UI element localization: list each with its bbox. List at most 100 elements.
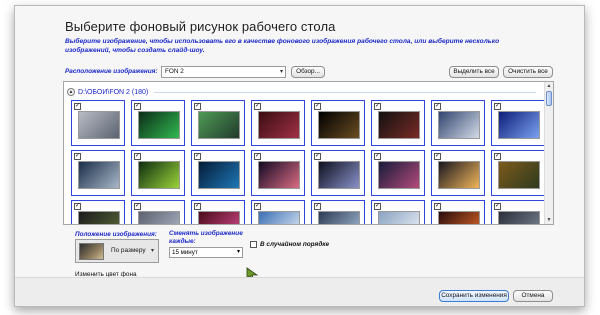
thumbnail-image [378,111,420,139]
thumbnail-checkbox[interactable]: ✓ [434,103,441,110]
wallpaper-thumbnail[interactable]: ✓ [71,150,125,196]
thumbnail-checkbox[interactable]: ✓ [134,203,141,210]
thumbnail-image [198,211,240,224]
thumbnail-checkbox[interactable]: ✓ [254,103,261,110]
wallpaper-thumbnail[interactable]: ✓ [431,200,485,224]
thumbnail-checkbox[interactable]: ✓ [314,103,321,110]
thumbnail-checkbox[interactable]: ✓ [254,153,261,160]
chevron-down-icon: ▾ [236,249,240,255]
thumbnail-image [318,111,360,139]
page-title: Выберите фоновый рисунок рабочего стола [65,19,336,34]
wallpaper-thumbnail[interactable]: ✓ [431,100,485,146]
scroll-up-icon[interactable]: ▲ [545,82,553,90]
thumbnail-image [258,211,300,224]
shuffle-label: В случайном порядке [260,241,330,248]
page-description: Выберите изображение, чтобы использовать… [65,38,500,54]
scroll-down-icon[interactable]: ▼ [545,216,553,224]
thumbnail-image [138,161,180,189]
wallpaper-thumbnail[interactable]: ✓ [131,200,185,224]
chevron-down-icon: ▾ [150,248,154,254]
location-label: Расположение изображения: [65,68,158,75]
wallpaper-thumbnail[interactable]: ✓ [491,100,545,146]
thumbnail-checkbox[interactable]: ✓ [494,203,501,210]
cancel-button[interactable]: Отмена [513,290,553,302]
thumbnail-checkbox[interactable]: ✓ [74,203,81,210]
thumbnail-image [138,211,180,224]
wallpaper-thumbnail[interactable]: ✓ [251,150,305,196]
interval-dropdown[interactable]: 15 минут ▾ [169,247,243,258]
image-gallery: ▲ D:\ОБОИ\FON 2 (180) ✓ ✓ ✓ ✓ ✓ ✓ ✓ ✓ ✓ ✓ ✓ ✓ ✓ ✓ ✓ ✓ ✓ ✓… [63,81,554,225]
thumbnail-checkbox[interactable]: ✓ [134,153,141,160]
thumbnail-checkbox[interactable]: ✓ [374,203,381,210]
collapse-icon[interactable]: ▲ [67,88,75,96]
thumbnail-checkbox[interactable]: ✓ [134,103,141,110]
vertical-scrollbar[interactable]: ▲ ▼ [544,82,553,224]
thumbnail-image [198,111,240,139]
wallpaper-thumbnail[interactable]: ✓ [71,200,125,224]
thumbnail-image [78,161,120,189]
position-label: Положение изображения: [75,231,157,238]
browse-button[interactable]: Обзор... [291,66,325,78]
wallpaper-thumbnail[interactable]: ✓ [191,100,245,146]
shuffle-option[interactable]: В случайном порядке [250,241,329,248]
thumbnail-checkbox[interactable]: ✓ [194,103,201,110]
thumbnail-checkbox[interactable]: ✓ [74,153,81,160]
thumbnail-checkbox[interactable]: ✓ [254,203,261,210]
position-value: По размеру [111,247,146,254]
location-dropdown[interactable]: FON 2 ▾ [161,66,286,78]
wallpaper-thumbnail[interactable]: ✓ [311,100,365,146]
wallpaper-thumbnail[interactable]: ✓ [251,100,305,146]
wallpaper-thumbnail[interactable]: ✓ [311,150,365,196]
save-changes-button[interactable]: Сохранить изменения [439,290,509,302]
wallpaper-thumbnail[interactable]: ✓ [371,150,425,196]
wallpaper-thumbnail[interactable]: ✓ [491,150,545,196]
shuffle-checkbox[interactable] [250,241,257,248]
desktop-background-dialog: Выберите фоновый рисунок рабочего стола … [14,5,585,307]
thumbnail-image [498,111,540,139]
select-all-button[interactable]: Выделить все [449,66,499,78]
thumbnail-image [438,211,480,224]
wallpaper-thumbnail[interactable]: ✓ [311,200,365,224]
scrollbar-thumb[interactable] [546,91,552,106]
interval-label: Сменять изображение каждые: [169,230,243,245]
location-value: FON 2 [165,68,184,75]
group-divider [154,92,536,93]
thumbnail-checkbox[interactable]: ✓ [74,103,81,110]
thumbnail-checkbox[interactable]: ✓ [194,153,201,160]
wallpaper-thumbnail[interactable]: ✓ [251,200,305,224]
thumbnail-image [498,161,540,189]
thumbnail-image [78,211,120,224]
wallpaper-thumbnail[interactable]: ✓ [431,150,485,196]
wallpaper-thumbnail[interactable]: ✓ [131,100,185,146]
group-header[interactable]: ▲ D:\ОБОИ\FON 2 (180) [67,88,148,96]
thumbnail-checkbox[interactable]: ✓ [374,153,381,160]
thumbnail-checkbox[interactable]: ✓ [374,103,381,110]
thumbnail-image [438,111,480,139]
thumbnail-image [198,161,240,189]
thumbnail-checkbox[interactable]: ✓ [434,203,441,210]
wallpaper-thumbnail[interactable]: ✓ [371,200,425,224]
wallpaper-thumbnail[interactable]: ✓ [131,150,185,196]
thumbnail-image [498,211,540,224]
clear-all-button[interactable]: Очистить все [503,66,553,78]
thumbnail-image [438,161,480,189]
thumbnail-checkbox[interactable]: ✓ [494,153,501,160]
thumbnail-image [318,211,360,224]
thumbnail-checkbox[interactable]: ✓ [314,203,321,210]
interval-value: 15 минут [172,249,198,256]
group-title: D:\ОБОИ\FON 2 (180) [78,88,149,96]
wallpaper-thumbnail[interactable]: ✓ [191,200,245,224]
position-preview-image [79,243,104,260]
dialog-content: Выберите фоновый рисунок рабочего стола … [15,6,584,281]
wallpaper-thumbnail[interactable]: ✓ [191,150,245,196]
thumbnail-checkbox[interactable]: ✓ [314,153,321,160]
thumbnail-checkbox[interactable]: ✓ [194,203,201,210]
thumbnail-image [78,111,120,139]
position-dropdown[interactable]: По размеру ▾ [75,239,159,263]
wallpaper-thumbnail[interactable]: ✓ [71,100,125,146]
thumbnail-checkbox[interactable]: ✓ [494,103,501,110]
wallpaper-thumbnail[interactable]: ✓ [491,200,545,224]
thumbnail-checkbox[interactable]: ✓ [434,153,441,160]
thumbnail-image [258,161,300,189]
wallpaper-thumbnail[interactable]: ✓ [371,100,425,146]
